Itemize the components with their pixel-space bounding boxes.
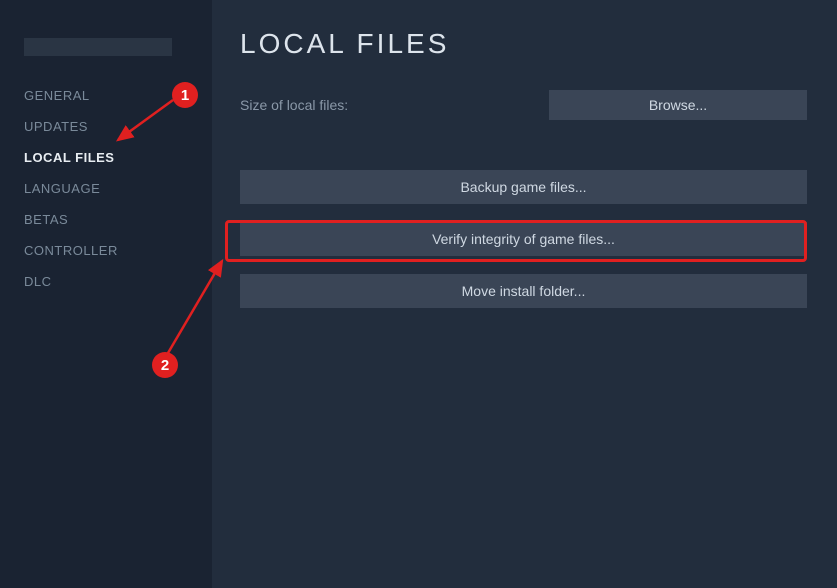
sidebar-item-dlc[interactable]: DLC bbox=[24, 266, 212, 297]
verify-button[interactable]: Verify integrity of game files... bbox=[240, 222, 807, 256]
move-folder-button[interactable]: Move install folder... bbox=[240, 274, 807, 308]
annotation-badge-2: 2 bbox=[152, 352, 178, 378]
size-row: Size of local files: Browse... bbox=[240, 90, 807, 120]
page-title: LOCAL FILES bbox=[240, 28, 807, 60]
browse-button[interactable]: Browse... bbox=[549, 90, 807, 120]
main-panel: LOCAL FILES Size of local files: Browse.… bbox=[212, 0, 837, 588]
annotation-badge-1: 1 bbox=[172, 82, 198, 108]
size-label: Size of local files: bbox=[240, 97, 348, 113]
backup-button[interactable]: Backup game files... bbox=[240, 170, 807, 204]
sidebar-header-placeholder bbox=[24, 38, 172, 56]
sidebar-item-local-files[interactable]: LOCAL FILES bbox=[24, 142, 212, 173]
sidebar-item-language[interactable]: LANGUAGE bbox=[24, 173, 212, 204]
sidebar-item-controller[interactable]: CONTROLLER bbox=[24, 235, 212, 266]
sidebar-item-betas[interactable]: BETAS bbox=[24, 204, 212, 235]
sidebar-item-updates[interactable]: UPDATES bbox=[24, 111, 212, 142]
